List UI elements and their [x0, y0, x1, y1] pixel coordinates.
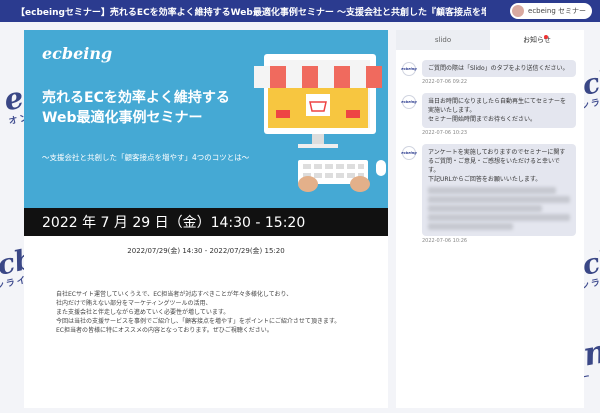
tab-notices[interactable]: お知らせ: [490, 30, 584, 50]
user-name: ecbeing セミナー: [528, 7, 586, 15]
list-item: ecbeing 当日お時間になりましたら自動再生にてセミナーを 実施いたします。…: [401, 93, 576, 136]
notice-list: ecbeing ご質問の際は「Slido」のタブをより送信ください。 2022-…: [396, 50, 584, 244]
list-item: ecbeing アンケートを実施しておりますのでセミナーに関す るご質問・ご意見…: [401, 144, 576, 244]
schedule-range: 2022/07/29(金) 14:30 - 2022/07/29(金) 15:2…: [127, 247, 285, 255]
storefront-illustration: [254, 54, 386, 192]
side-panel: slido お知らせ ecbeing ご質問の際は「Slido」のタブをより送信…: [396, 30, 584, 408]
top-header: 【ecbeingセミナー】売れるECを効率よく維持するWeb最適化事例セミナー …: [0, 0, 600, 22]
message-bubble: ご質問の際は「Slido」のタブをより送信ください。: [422, 60, 576, 77]
unread-dot-icon: [544, 35, 548, 39]
message-bubble: 当日お時間になりましたら自動再生にてセミナーを 実施いたします。 セミナー開始時…: [422, 93, 576, 128]
panel-tabs: slido お知らせ: [396, 30, 584, 50]
list-item: ecbeing ご質問の際は「Slido」のタブをより送信ください。 2022-…: [401, 60, 576, 85]
message-time: 2022-07-06 10:23: [422, 130, 468, 136]
ecbeing-logo-icon: ecbeing: [401, 95, 417, 109]
page-title: 【ecbeingセミナー】売れるECを効率よく維持するWeb最適化事例セミナー …: [16, 7, 486, 18]
seminar-banner: ecbeing 売れるECを効率よく維持する Web最適化事例セミナー ～支援会…: [24, 30, 388, 208]
avatar: [512, 5, 525, 17]
seminar-headline: 売れるECを効率よく維持する Web最適化事例セミナー: [42, 90, 230, 126]
seminar-card: ecbeing 売れるECを効率よく維持する Web最適化事例セミナー ～支援会…: [24, 30, 388, 408]
ecbeing-logo-icon: ecbeing: [401, 146, 417, 160]
message-bubble: アンケートを実施しておりますのでセミナーに関す るご質問・ご意見・ご感想をいただ…: [422, 144, 576, 236]
tab-slido[interactable]: slido: [396, 30, 490, 50]
seminar-subline: ～支援会社と共創した「顧客接点を増やす」4つのコツとは～: [42, 153, 250, 162]
user-menu-button[interactable]: ecbeing セミナー: [510, 3, 592, 19]
message-time: 2022-07-06 09:22: [422, 79, 468, 85]
blurred-url: [428, 187, 570, 230]
seminar-description: 自社ECサイト運営していくうえで、EC担当者が対応すべきことが年々多様化しており…: [56, 291, 341, 334]
brand-logo: ecbeing: [42, 44, 113, 63]
seminar-date-bar: 2022 年 7 月 29 日（金）14:30 - 15:20: [24, 208, 388, 236]
message-time: 2022-07-06 10:26: [422, 238, 468, 244]
ecbeing-logo-icon: ecbeing: [401, 62, 417, 76]
